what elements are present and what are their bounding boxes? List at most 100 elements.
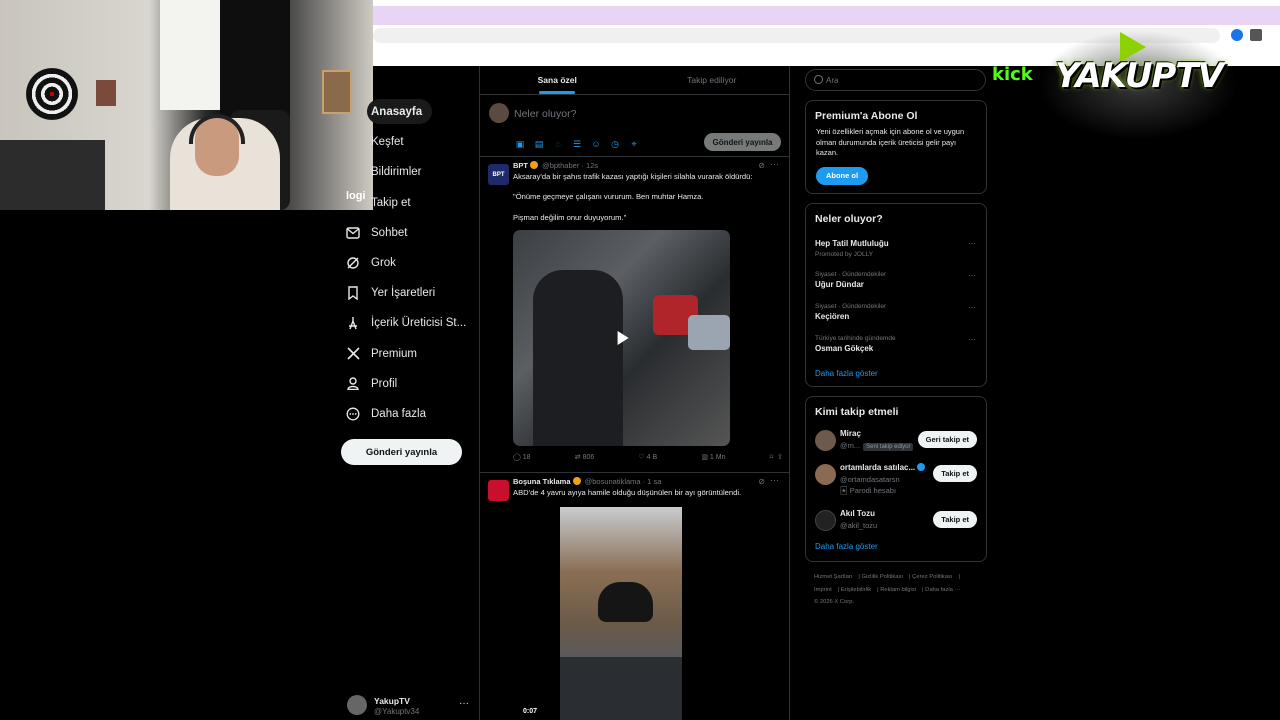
nav-item-more[interactable]: Daha fazla <box>336 399 476 429</box>
follow-button[interactable]: Takip et <box>933 511 977 528</box>
footer-link[interactable]: Çerez Politikası <box>912 574 952 580</box>
footer-link[interactable]: Erişilebilirlik <box>841 587 871 593</box>
bell-icon <box>344 163 362 181</box>
sidebar-post-button[interactable]: Gönderi yayınla <box>341 439 462 465</box>
subscribe-button[interactable]: Abone ol <box>816 166 868 185</box>
nav-item-bookmarks[interactable]: Yer İşaretleri <box>336 278 476 308</box>
follow-icon <box>344 194 362 212</box>
trend-item[interactable]: Türkiye tarihinde gündemde Osman Gökçek … <box>815 335 986 367</box>
composer-post-button[interactable]: Gönderi yayınla <box>704 133 781 151</box>
tweet[interactable]: Boşuna Tıklama @bosunatiklama · 1 sa ⊘ ·… <box>480 473 789 720</box>
tweet-line: "Önüme geçmeye çalışanı vururum. Ben muh… <box>513 192 704 202</box>
puzzle-icon[interactable] <box>1250 29 1262 41</box>
wall-picture <box>96 80 116 106</box>
nav-label: Yer İşaretleri <box>371 287 436 300</box>
poll-icon[interactable]: ☰ <box>571 138 583 150</box>
tweet-video[interactable] <box>513 230 730 446</box>
gif-icon[interactable]: ▤ <box>533 138 545 150</box>
location-icon[interactable]: ⌖ <box>628 138 640 150</box>
suggestion-handle: @akil_tozu <box>840 521 878 530</box>
search-input[interactable]: Ara <box>805 69 986 91</box>
timeline-tabs: Sana özel Takip ediliyor <box>480 66 789 95</box>
nav-item-premium[interactable]: Premium <box>336 339 476 369</box>
nav-item-profile[interactable]: Profil <box>336 369 476 399</box>
avatar[interactable] <box>488 480 509 501</box>
nav-label: Anasayfa <box>371 106 423 119</box>
who-to-follow-card: Kimi takip etmeli Miraç @m... Seni takip … <box>805 396 987 562</box>
nav-item-creator-studio[interactable]: İçerik Üreticisi St... <box>336 308 476 338</box>
tweet-line: Aksaray'da bir şahıs trafik kazası yaptı… <box>513 172 753 181</box>
nav-item-chat[interactable]: Sohbet <box>336 218 476 248</box>
tweet-handle[interactable]: @bosunatiklama · 1 sa <box>585 477 662 486</box>
more-icon[interactable]: ··· <box>968 239 976 248</box>
footer-link[interactable]: Hizmet Şartları <box>814 574 852 580</box>
who-to-follow-show-more[interactable]: Daha fazla göster <box>815 542 986 551</box>
suggestion-name[interactable]: Miraç <box>840 429 861 438</box>
image-icon[interactable]: ▣ <box>514 138 526 150</box>
trends-show-more[interactable]: Daha fazla göster <box>815 369 986 378</box>
more-icon[interactable]: ··· <box>968 271 976 280</box>
tweet-author[interactable]: Boşuna Tıklama <box>513 477 571 486</box>
kick-logo: kick <box>992 64 1033 85</box>
name-text: ortamlarda satılac... <box>840 463 916 472</box>
footer-link[interactable]: Reklam bilgisi <box>880 587 916 593</box>
nav-label: Daha fazla <box>371 407 426 420</box>
follow-back-button[interactable]: Geri takip et <box>917 431 977 448</box>
footer-link[interactable]: Imprint <box>814 587 832 593</box>
avatar[interactable]: BPT <box>488 164 509 185</box>
follow-suggestion[interactable]: ortamlarda satılac... @ortamdasatarsn 🃏 … <box>815 460 986 506</box>
more-icon[interactable]: ··· <box>770 475 779 485</box>
tweet-text: Aksaray'da bir şahıs trafik kazası yaptı… <box>513 172 778 233</box>
account-more-icon[interactable]: ··· <box>459 698 469 709</box>
trend-promoted: Promoted by JOLLY <box>815 251 874 258</box>
views-button[interactable]: ▥ 1 Mn <box>701 453 725 461</box>
more-icon[interactable]: ··· <box>770 159 779 169</box>
tweet-author[interactable]: BPT <box>513 161 528 170</box>
nav-item-explore[interactable]: Keşfet <box>336 127 476 157</box>
tweet-handle[interactable]: @bpthaber · 12s <box>542 161 598 170</box>
play-icon[interactable] <box>617 331 629 345</box>
follow-button[interactable]: Takip et <box>933 465 977 482</box>
composer-input[interactable]: Neler oluyor? <box>514 108 576 120</box>
grok-icon[interactable]: ⊘ <box>758 477 765 486</box>
premium-desc: Yeni özellikleri açmak için abone ol ve … <box>816 127 965 157</box>
tweet[interactable]: BPT BPT @bpthaber · 12s ⊘ ··· Aksaray'da… <box>480 157 789 473</box>
more-icon[interactable]: ··· <box>968 335 976 344</box>
more-icon[interactable]: ··· <box>968 303 976 312</box>
nav-item-notifications[interactable]: Bildirimler <box>336 157 476 187</box>
grok-icon[interactable]: ⊘ <box>758 161 765 170</box>
reply-button[interactable]: ◯ 18 <box>513 453 531 461</box>
account-switcher[interactable]: YakupTV @Yakuptv34 ··· <box>345 693 475 717</box>
trend-item[interactable]: Siyaset · Gündemdekiler Uğur Dündar ··· <box>815 271 986 303</box>
tab-for-you[interactable]: Sana özel <box>480 66 635 94</box>
emoji-icon[interactable]: ☺ <box>590 138 602 150</box>
schedule-icon[interactable]: ◷ <box>609 138 621 150</box>
follow-suggestion[interactable]: Miraç @m... Seni takip ediyor Geri takip … <box>815 426 986 460</box>
follow-suggestion[interactable]: Akıl Tozu @akil_tozu Takip et <box>815 506 986 540</box>
nav-item-grok[interactable]: Grok <box>336 248 476 278</box>
nav-item-follow[interactable]: Takip et <box>336 188 476 218</box>
suggestion-name[interactable]: Akıl Tozu <box>840 509 875 518</box>
nav-label: Premium <box>371 347 418 360</box>
avatar <box>347 695 367 715</box>
bookmark-icon[interactable]: ⌑ ⇧ <box>770 453 783 461</box>
suggestion-name[interactable]: ortamlarda satılac... <box>840 463 927 472</box>
grok-icon[interactable]: ◌ <box>552 138 564 150</box>
trend-item[interactable]: Siyaset · Gündemdekiler Keçiören ··· <box>815 303 986 335</box>
trend-item[interactable]: Hep Tatil Mutluluğu Promoted by JOLLY ··… <box>815 239 986 271</box>
sidebar-nav: Anasayfa Keşfet Bildirimler Takip et Soh… <box>336 97 476 429</box>
retweet-button[interactable]: ⇄ 806 <box>575 453 595 461</box>
tweet-video[interactable]: 0:07 <box>513 507 730 720</box>
dartboard <box>26 68 78 120</box>
footer-link[interactable]: Gizlilik Politikası <box>861 574 903 580</box>
browser-tab-strip[interactable] <box>373 6 1280 25</box>
tab-following[interactable]: Takip ediliyor <box>635 66 790 94</box>
trend-title: Osman Gökçek <box>815 344 874 353</box>
timeline: Sana özel Takip ediliyor Neler oluyor? ▣… <box>479 66 790 720</box>
nav-item-home[interactable]: Anasayfa <box>336 97 476 127</box>
video-officer <box>533 270 623 446</box>
video-bear <box>598 582 653 622</box>
premium-title: Premium'a Abone Ol <box>815 110 918 122</box>
like-button[interactable]: ♡ 4 B <box>638 453 657 461</box>
footer-link[interactable]: Daha fazla ··· <box>925 587 960 593</box>
